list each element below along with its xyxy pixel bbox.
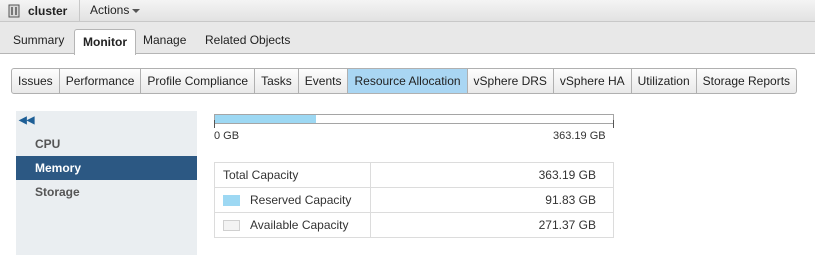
bar-tick-min (214, 120, 215, 128)
subtab-resource-allocation[interactable]: Resource Allocation (348, 69, 468, 93)
tab-summary[interactable]: Summary (13, 33, 64, 47)
double-chevron-left-icon[interactable]: ◀◀ (19, 115, 34, 126)
total-capacity-value: 363.19 GB (370, 162, 614, 188)
bar-max-label: 363.19 GB (553, 130, 606, 142)
available-capacity-value: 271.37 GB (370, 212, 614, 238)
bar-tick-max (613, 120, 614, 128)
subtab-utilization[interactable]: Utilization (632, 69, 697, 93)
available-capacity-label: Available Capacity (250, 218, 349, 232)
header-divider (79, 0, 80, 22)
memory-capacity-bar (214, 114, 614, 124)
sub-tab-bar: Issues Performance Profile Compliance Ta… (11, 68, 798, 94)
tab-related-objects[interactable]: Related Objects (205, 33, 290, 47)
resource-nav: ◀◀ CPU Memory Storage (16, 111, 197, 255)
reserved-capacity-label: Reserved Capacity (250, 193, 352, 207)
object-title: cluster (28, 4, 68, 18)
subtab-vsphere-drs[interactable]: vSphere DRS (468, 69, 554, 93)
nav-item-storage[interactable]: Storage (16, 180, 197, 204)
table-row: Reserved Capacity 91.83 GB (214, 187, 614, 213)
available-capacity-cell: Available Capacity (214, 212, 371, 238)
reserved-capacity-fill (215, 115, 316, 123)
subtab-vsphere-ha[interactable]: vSphere HA (554, 69, 632, 93)
table-row: Available Capacity 271.37 GB (214, 212, 614, 238)
subtab-tasks[interactable]: Tasks (255, 69, 299, 93)
cluster-icon (8, 4, 20, 18)
subtab-profile-compliance[interactable]: Profile Compliance (141, 69, 256, 93)
subtab-events[interactable]: Events (299, 69, 349, 93)
chevron-down-icon (132, 8, 141, 13)
reserved-capacity-value: 91.83 GB (370, 187, 614, 213)
object-header: cluster Actions (0, 0, 815, 22)
total-capacity-label: Total Capacity (214, 162, 371, 188)
actions-label: Actions (90, 3, 130, 17)
available-swatch (223, 220, 240, 232)
subtab-storage-reports[interactable]: Storage Reports (697, 69, 796, 93)
bar-min-label: 0 GB (214, 130, 240, 142)
capacity-table: Total Capacity 363.19 GB Reserved Capaci… (214, 162, 614, 238)
reserved-swatch (223, 195, 240, 207)
subtab-performance[interactable]: Performance (60, 69, 142, 93)
subtab-issues[interactable]: Issues (12, 69, 60, 93)
tab-manage[interactable]: Manage (143, 33, 186, 47)
table-row: Total Capacity 363.19 GB (214, 162, 614, 188)
nav-item-cpu[interactable]: CPU (16, 132, 197, 156)
reserved-capacity-cell: Reserved Capacity (214, 187, 371, 213)
nav-item-memory[interactable]: Memory (16, 156, 197, 180)
main-tab-bar: Summary Monitor Manage Related Objects (0, 22, 815, 55)
actions-menu-button[interactable]: Actions (90, 3, 141, 17)
tab-monitor[interactable]: Monitor (74, 29, 136, 55)
